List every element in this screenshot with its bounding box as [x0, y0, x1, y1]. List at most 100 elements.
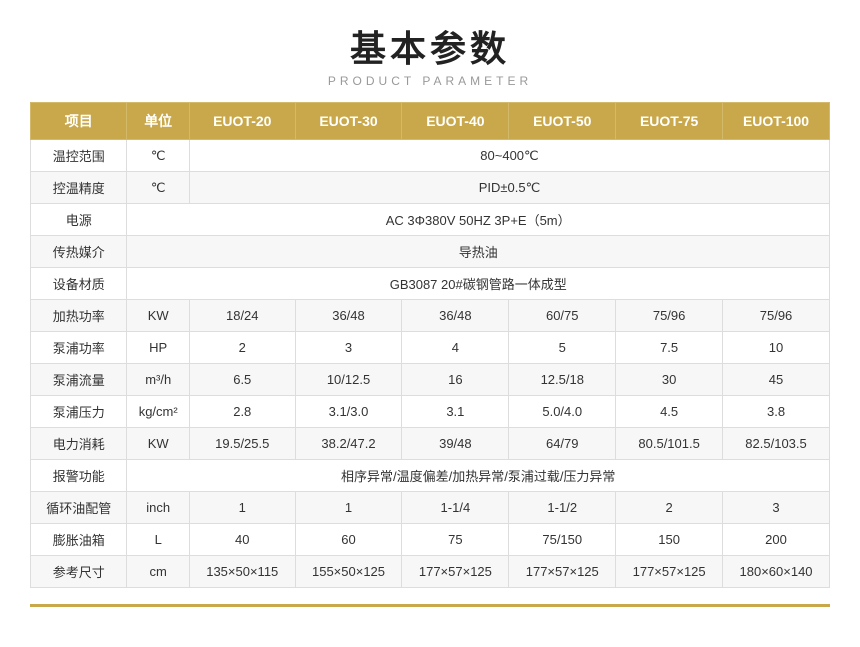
cell-value: 150 [616, 524, 723, 556]
cell-unit: L [127, 524, 190, 556]
cell-item: 泵浦压力 [31, 396, 127, 428]
table-row: 电力消耗KW19.5/25.538.2/47.239/4864/7980.5/1… [31, 428, 830, 460]
cell-value-span: 相序异常/温度偏差/加热异常/泵浦过载/压力异常 [127, 460, 830, 492]
table-row: 报警功能相序异常/温度偏差/加热异常/泵浦过载/压力异常 [31, 460, 830, 492]
cell-value: 4.5 [616, 396, 723, 428]
cell-value: 177×57×125 [402, 556, 509, 588]
col-header-euot75: EUOT-75 [616, 103, 723, 140]
cell-item: 电力消耗 [31, 428, 127, 460]
table-row: 参考尺寸cm135×50×115155×50×125177×57×125177×… [31, 556, 830, 588]
cell-item: 电源 [31, 204, 127, 236]
cell-value: 5.0/4.0 [509, 396, 616, 428]
cell-value: 6.5 [189, 364, 295, 396]
cell-value: 177×57×125 [616, 556, 723, 588]
cell-value: 75 [402, 524, 509, 556]
cell-unit: cm [127, 556, 190, 588]
cell-item: 控温精度 [31, 172, 127, 204]
col-header-euot30: EUOT-30 [295, 103, 402, 140]
cell-unit: KW [127, 300, 190, 332]
cell-value: 75/96 [723, 300, 830, 332]
cell-value: 19.5/25.5 [189, 428, 295, 460]
cell-value: 2 [189, 332, 295, 364]
cell-value: 1-1/2 [509, 492, 616, 524]
cell-item: 循环油配管 [31, 492, 127, 524]
cell-value: 3.1/3.0 [295, 396, 402, 428]
cell-value: 7.5 [616, 332, 723, 364]
cell-value: 3.8 [723, 396, 830, 428]
cell-value: 82.5/103.5 [723, 428, 830, 460]
cell-item: 参考尺寸 [31, 556, 127, 588]
col-header-euot20: EUOT-20 [189, 103, 295, 140]
cell-value: 3 [295, 332, 402, 364]
col-header-item: 项目 [31, 103, 127, 140]
cell-item: 传热媒介 [31, 236, 127, 268]
cell-value: 36/48 [402, 300, 509, 332]
col-header-euot100: EUOT-100 [723, 103, 830, 140]
cell-value: 45 [723, 364, 830, 396]
cell-unit: HP [127, 332, 190, 364]
cell-unit: ℃ [127, 140, 190, 172]
cell-unit: m³/h [127, 364, 190, 396]
parameter-table: 项目 单位 EUOT-20 EUOT-30 EUOT-40 EUOT-50 EU… [30, 102, 830, 588]
cell-value-span: 导热油 [127, 236, 830, 268]
cell-item: 加热功率 [31, 300, 127, 332]
cell-value: 5 [509, 332, 616, 364]
page-container: 基本参数 PRODUCT PARAMETER 项目 单位 EUOT-20 EUO… [0, 0, 860, 627]
cell-value: 10/12.5 [295, 364, 402, 396]
cell-value: 2 [616, 492, 723, 524]
table-row: 泵浦压力kg/cm²2.83.1/3.03.15.0/4.04.53.8 [31, 396, 830, 428]
cell-value: 18/24 [189, 300, 295, 332]
sub-title: PRODUCT PARAMETER [30, 74, 830, 88]
table-header-row: 项目 单位 EUOT-20 EUOT-30 EUOT-40 EUOT-50 EU… [31, 103, 830, 140]
table-row: 循环油配管inch111-1/41-1/223 [31, 492, 830, 524]
table-row: 电源AC 3Φ380V 50HZ 3P+E（5m） [31, 204, 830, 236]
cell-value: 1 [189, 492, 295, 524]
cell-value: 60 [295, 524, 402, 556]
bottom-line [30, 604, 830, 607]
cell-value: 38.2/47.2 [295, 428, 402, 460]
cell-value: 12.5/18 [509, 364, 616, 396]
table-row: 控温精度℃PID±0.5℃ [31, 172, 830, 204]
cell-item: 泵浦流量 [31, 364, 127, 396]
table-row: 传热媒介导热油 [31, 236, 830, 268]
cell-value: 180×60×140 [723, 556, 830, 588]
cell-value: 64/79 [509, 428, 616, 460]
cell-item: 泵浦功率 [31, 332, 127, 364]
cell-value: 40 [189, 524, 295, 556]
cell-value-span: 80~400℃ [189, 140, 829, 172]
cell-item: 温控范围 [31, 140, 127, 172]
table-row: 泵浦功率HP23457.510 [31, 332, 830, 364]
cell-value: 177×57×125 [509, 556, 616, 588]
title-block: 基本参数 PRODUCT PARAMETER [30, 20, 830, 88]
col-header-unit: 单位 [127, 103, 190, 140]
table-row: 设备材质GB3087 20#碳钢管路一体成型 [31, 268, 830, 300]
table-row: 膨胀油箱L40607575/150150200 [31, 524, 830, 556]
cell-value: 16 [402, 364, 509, 396]
cell-value: 1-1/4 [402, 492, 509, 524]
cell-unit: ℃ [127, 172, 190, 204]
cell-value: 75/150 [509, 524, 616, 556]
col-header-euot50: EUOT-50 [509, 103, 616, 140]
cell-value: 200 [723, 524, 830, 556]
cell-value: 3 [723, 492, 830, 524]
cell-value: 39/48 [402, 428, 509, 460]
cell-value: 4 [402, 332, 509, 364]
cell-value: 2.8 [189, 396, 295, 428]
cell-value: 135×50×115 [189, 556, 295, 588]
main-title: 基本参数 [30, 20, 830, 72]
cell-value-span: GB3087 20#碳钢管路一体成型 [127, 268, 830, 300]
cell-value: 10 [723, 332, 830, 364]
col-header-euot40: EUOT-40 [402, 103, 509, 140]
cell-value-span: PID±0.5℃ [189, 172, 829, 204]
cell-value: 80.5/101.5 [616, 428, 723, 460]
cell-value: 3.1 [402, 396, 509, 428]
cell-value: 75/96 [616, 300, 723, 332]
cell-value: 36/48 [295, 300, 402, 332]
cell-value: 155×50×125 [295, 556, 402, 588]
cell-value: 30 [616, 364, 723, 396]
cell-unit: kg/cm² [127, 396, 190, 428]
cell-value: 60/75 [509, 300, 616, 332]
cell-unit: KW [127, 428, 190, 460]
cell-value: 1 [295, 492, 402, 524]
cell-item: 膨胀油箱 [31, 524, 127, 556]
